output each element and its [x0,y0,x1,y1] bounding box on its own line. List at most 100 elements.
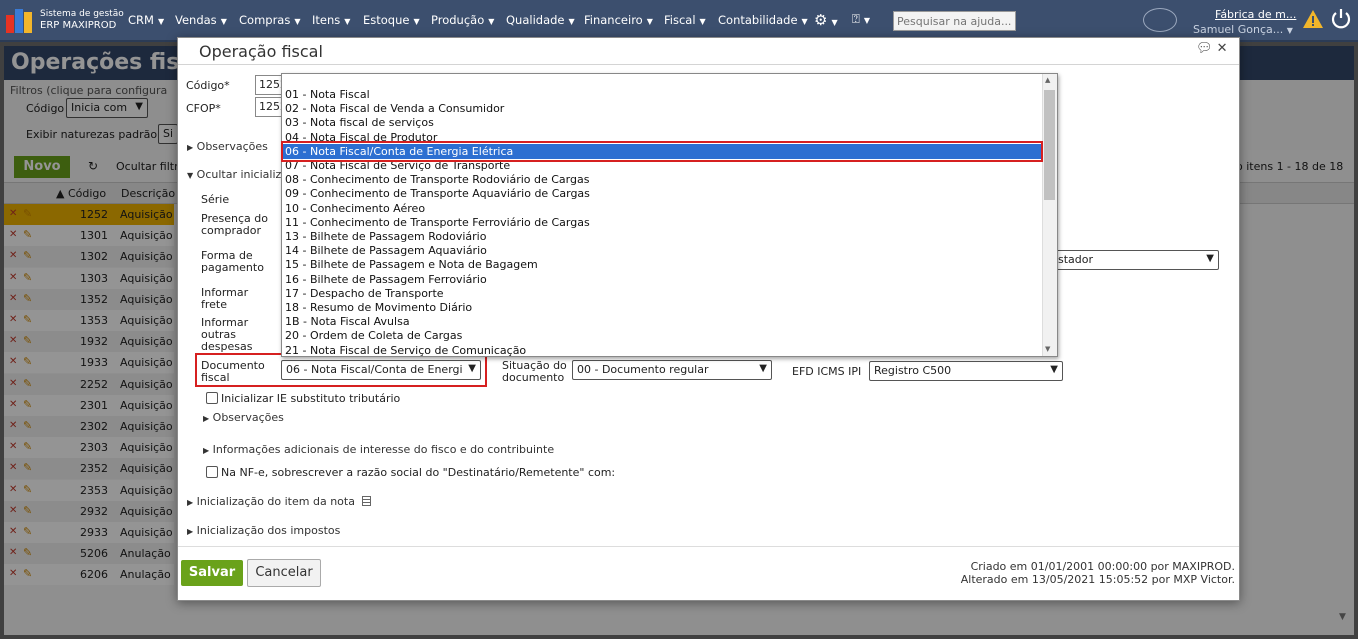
label-line: pagamento [201,261,264,274]
select-value: 00 - Documento regular [577,363,709,376]
caret-right-icon: ▶ [203,446,210,455]
altered-info: Alterado em 13/05/2021 15:05:52 por MXP … [960,573,1235,586]
menu-fiscal[interactable]: Fiscal ▼ [664,13,706,27]
power-icon[interactable] [1330,7,1352,29]
chevron-down-icon: ▼ [468,363,476,374]
menu-label: Qualidade [506,13,565,27]
chat-icon[interactable] [1143,8,1177,32]
menu-label: Vendas [175,13,217,27]
toggle-label: Observações [196,140,268,153]
efd-icms-ipi-select[interactable]: Registro C500 ▼ [869,361,1063,381]
dropdown-option[interactable]: 20 - Ordem de Coleta de Cargas [285,329,462,343]
menu-label: Compras [239,13,291,27]
chevron-down-icon: ▼ [831,18,838,27]
scroll-down-icon[interactable]: ▼ [1045,345,1050,353]
ie-substituto-checkbox[interactable] [206,392,218,404]
divider [178,64,1239,65]
dropdown-option[interactable]: 18 - Resumo de Movimento Diário [285,301,472,315]
ocultar-inicializacao-toggle[interactable]: ▼ Ocultar inicializ [187,168,281,181]
situacao-label: Situação do documento [502,360,567,384]
maxiprod-logo[interactable] [6,9,34,33]
dialog-controls: 💬︎ ✕ [1196,41,1228,56]
caret-right-icon: ▶ [187,143,194,152]
chevron-down-icon: ▼ [220,17,227,26]
dropdown-option[interactable]: 02 - Nota Fiscal de Venda a Consumidor [285,102,504,116]
dropdown-option[interactable]: 17 - Despacho de Transporte [285,287,444,301]
logo-text: Sistema de gestão ERP MAXIPROD [40,9,124,31]
scroll-up-icon[interactable]: ▲ [1045,76,1050,84]
close-icon[interactable]: ✕ [1217,41,1228,56]
nfe-razao-social-checkbox[interactable] [206,466,218,478]
help-search-input[interactable] [893,11,1016,31]
dropdown-option[interactable]: 08 - Conhecimento de Transporte Rodoviár… [285,173,589,187]
select-value: stador [1058,253,1094,266]
documento-fiscal-select[interactable]: 06 - Nota Fiscal/Conta de Energi ▼ [281,360,481,380]
menu-contabilidade[interactable]: Contabilidade ▼ [718,13,808,27]
inicializacao-item-toggle[interactable]: ▶ Inicialização do item da nota [187,495,372,508]
cfop-label: CFOP* [186,102,221,115]
info-adicionais-toggle[interactable]: ▶ Informações adicionais de interesse do… [203,443,554,456]
comment-icon[interactable]: 💬︎ [1196,41,1213,56]
inicializacao-impostos-toggle[interactable]: ▶ Inicialização dos impostos [187,524,340,537]
documento-fiscal-label: Documento fiscal [201,360,265,384]
menu-label: Financeiro [584,13,643,27]
dropdown-option[interactable]: 11 - Conhecimento de Transporte Ferroviá… [285,216,590,230]
label-line: frete [201,298,228,311]
dropdown-option[interactable]: 09 - Conhecimento de Transporte Aquaviár… [285,187,590,201]
logo-line-2: ERP MAXIPROD [40,20,117,31]
dropdown-option[interactable]: 03 - Nota fiscal de serviços [285,116,434,130]
dropdown-option[interactable]: 01 - Nota Fiscal [285,88,370,102]
company-link[interactable]: Fábrica de m... [1215,8,1296,21]
dropdown-option[interactable]: 1B - Nota Fiscal Avulsa [285,315,410,329]
label-line: despesas [201,340,253,353]
cancel-button[interactable]: Cancelar [247,559,321,587]
select-value: 06 - Nota Fiscal/Conta de Energi [286,363,463,376]
menu-financeiro[interactable]: Financeiro ▼ [584,13,653,27]
situacao-documento-select[interactable]: 00 - Documento regular ▼ [572,360,772,380]
dropdown-option[interactable]: 21 - Nota Fiscal de Serviço de Comunicaç… [285,344,526,357]
list-icon[interactable] [362,496,372,506]
warning-icon[interactable] [1302,9,1324,29]
save-button[interactable]: Salvar [181,560,243,586]
dropdown-option[interactable]: 13 - Bilhete de Passagem Rodoviário [285,230,486,244]
codigo-label: Código* [186,79,230,92]
nfe-razao-social-label: Na NF-e, sobrescrever a razão social do … [221,466,616,479]
menu-estoque[interactable]: Estoque ▼ [363,13,420,27]
menu-label: Estoque [363,13,410,27]
dropdown-option[interactable]: 14 - Bilhete de Passagem Aquaviário [285,244,487,258]
chevron-down-icon: ▼ [1286,26,1293,35]
toggle-label: Observações [212,411,284,424]
caret-down-icon: ▼ [187,171,194,180]
user-menu[interactable]: Samuel Gonça... ▼ [1193,23,1293,36]
chevron-down-icon: ▼ [801,17,808,26]
menu-qualidade[interactable]: Qualidade ▼ [506,13,575,27]
chevron-down-icon: ▼ [863,16,870,25]
menu-compras[interactable]: Compras ▼ [239,13,301,27]
help-icon[interactable]: ⍰ ▼ [852,12,870,27]
logo-line-1: Sistema de gestão [40,9,124,19]
forma-pagamento-select[interactable]: stador ▼ [1053,250,1219,270]
chevron-down-icon: ▼ [488,17,495,26]
scrollbar-thumb[interactable] [1044,90,1055,200]
toggle-label: Informações adicionais de interesse do f… [212,443,555,456]
forma-pagamento-label: Forma de pagamento [201,250,264,274]
caret-right-icon: ▶ [187,498,194,507]
dropdown-option[interactable]: 15 - Bilhete de Passagem e Nota de Bagag… [285,258,538,272]
toggle-label: Inicialização dos impostos [196,524,341,537]
divider [178,546,1239,547]
menu-vendas[interactable]: Vendas ▼ [175,13,227,27]
menu-label: Fiscal [664,13,696,27]
dropdown-option[interactable]: 16 - Bilhete de Passagem Ferroviário [285,273,487,287]
frete-label: Informar frete [201,287,248,311]
menu-crm[interactable]: CRM ▼ [128,13,164,27]
menu-producao[interactable]: Produção ▼ [431,13,494,27]
serie-label: Série [201,193,230,206]
label-line: fiscal [201,371,230,384]
observacoes-toggle[interactable]: ▶ Observações [187,140,268,153]
observacoes-2-toggle[interactable]: ▶ Observações [203,411,284,424]
select-value: Registro C500 [874,364,952,377]
menu-label: CRM [128,13,154,27]
dropdown-option[interactable]: 10 - Conhecimento Aéreo [285,202,425,216]
gear-icon[interactable]: ⚙ ▼ [814,11,838,29]
menu-itens[interactable]: Itens ▼ [312,13,350,27]
